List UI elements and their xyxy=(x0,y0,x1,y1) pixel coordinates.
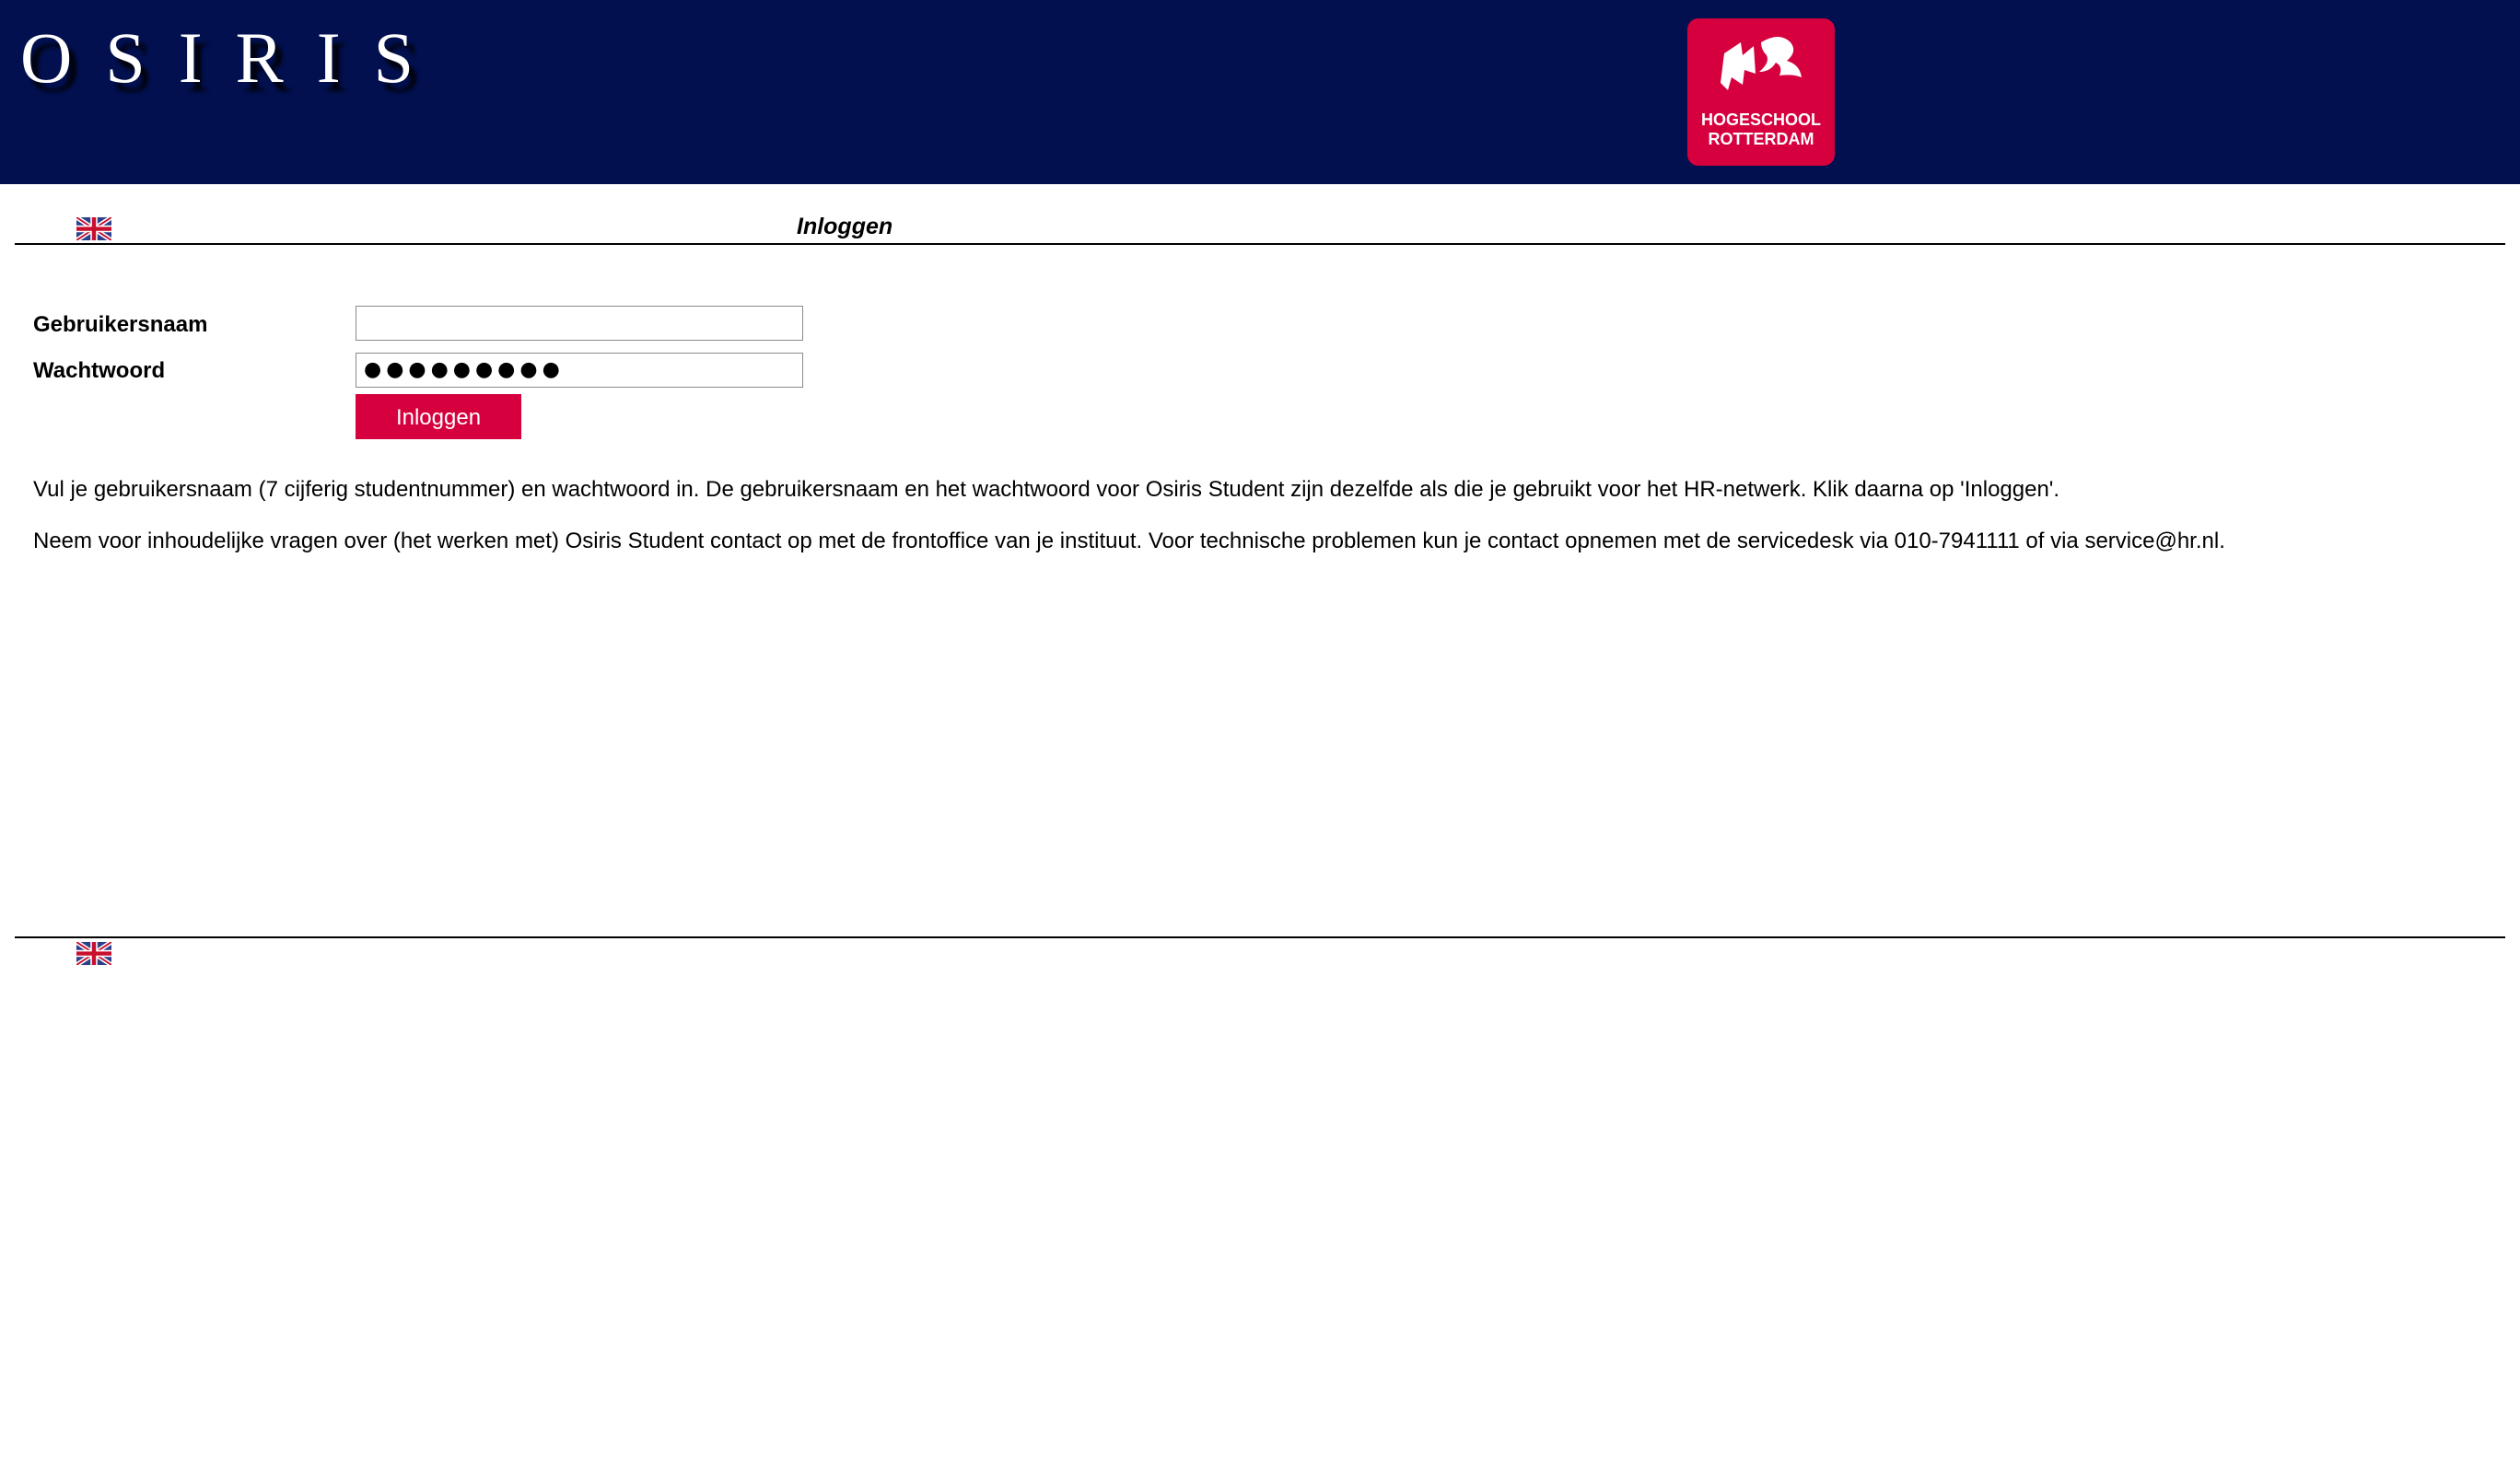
instructions-text: Vul je gebruikersnaam (7 cijferig studen… xyxy=(33,477,2060,502)
uk-flag-icon[interactable] xyxy=(76,217,111,240)
page-title: Inloggen xyxy=(797,214,893,239)
header-divider xyxy=(15,243,2505,245)
username-label: Gebruikersnaam xyxy=(33,312,208,337)
header-banner: OSIRIS HOGESCHOOL ROTTERDAM xyxy=(0,0,2520,184)
hogeschool-rotterdam-logo: HOGESCHOOL ROTTERDAM xyxy=(1687,18,1835,166)
password-input[interactable]: ●●●●●●●●● xyxy=(356,353,803,388)
password-label: Wachtwoord xyxy=(33,358,166,383)
contact-text: Neem voor inhoudelijke vragen over (het … xyxy=(33,529,2225,553)
footer-divider xyxy=(15,936,2505,938)
hr-logo-line2: ROTTERDAM xyxy=(1708,130,1814,148)
login-button[interactable]: Inloggen xyxy=(356,394,521,439)
username-input[interactable] xyxy=(356,306,803,341)
osiris-logo: OSIRIS xyxy=(20,17,448,98)
uk-flag-icon[interactable] xyxy=(76,942,111,965)
hr-logo-line1: HOGESCHOOL xyxy=(1700,110,1821,129)
hr-emblem-icon xyxy=(1721,37,1802,90)
